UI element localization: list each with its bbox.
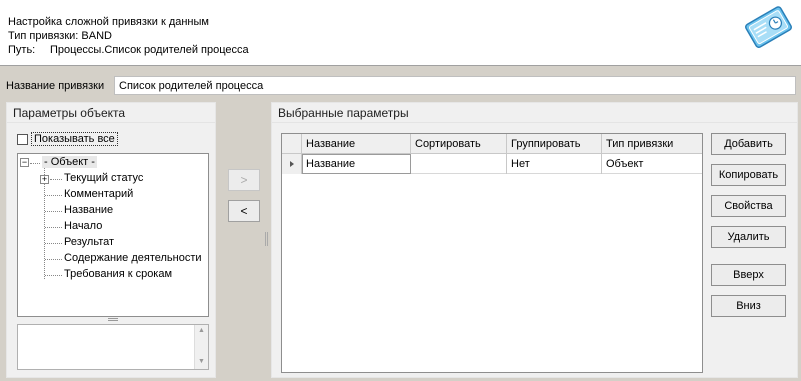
tree-connector (45, 243, 62, 244)
properties-button[interactable]: Свойства (711, 195, 786, 217)
cell-sort[interactable] (411, 154, 507, 174)
selected-params-panel: Выбранные параметры Название Сортировать… (271, 102, 798, 378)
tree-connector (30, 163, 40, 164)
show-all-checkbox-row[interactable]: Показывать все (17, 132, 118, 148)
column-header-group[interactable]: Группировать (507, 134, 602, 154)
move-up-button[interactable]: Вверх (711, 264, 786, 286)
tree-root-node[interactable]: - Объект - (42, 156, 97, 168)
tree-connector (45, 227, 62, 228)
object-params-title: Параметры объекта (7, 103, 215, 123)
tree-connector (45, 275, 62, 276)
move-down-button[interactable]: Вниз (711, 295, 786, 317)
description-scrollbar[interactable]: ▲ ▼ (194, 325, 208, 369)
tree-connector (44, 168, 45, 279)
binding-name-input[interactable] (114, 76, 796, 95)
column-header-name[interactable]: Название (302, 134, 411, 154)
show-all-checkbox[interactable] (17, 133, 28, 145)
tree-item[interactable]: Содержание деятельности (64, 252, 202, 264)
tree-connector (45, 211, 62, 212)
cell-group[interactable]: Нет (507, 154, 602, 174)
add-param-button[interactable]: > (228, 169, 260, 191)
tree-splitter[interactable] (17, 317, 209, 324)
grid-header-corner (282, 134, 302, 154)
dialog-header: Настройка сложной привязки к данным Тип … (0, 0, 801, 66)
tree-item[interactable]: Текущий статус (64, 172, 143, 184)
grid-header: Название Сортировать Группировать Тип пр… (282, 134, 702, 154)
binding-name-label: Название привязки (6, 80, 105, 92)
description-box[interactable]: ▲ ▼ (17, 324, 209, 370)
add-button[interactable]: Добавить (711, 133, 786, 155)
binding-type-line: Тип привязки: BAND (8, 30, 112, 42)
column-header-binding-type[interactable]: Тип привязки (602, 134, 704, 154)
tree-item[interactable]: Название (64, 204, 113, 216)
remove-param-button[interactable]: < (228, 200, 260, 222)
selected-params-title: Выбранные параметры (272, 103, 797, 123)
tree-item[interactable]: Требования к срокам (64, 268, 172, 280)
data-binding-logo-icon (745, 6, 792, 49)
tree-connector (45, 195, 62, 196)
delete-button[interactable]: Удалить (711, 226, 786, 248)
object-params-panel: Параметры объекта Показывать все − - Объ… (6, 102, 216, 378)
panel-splitter-grip-icon[interactable] (265, 232, 268, 246)
binding-name-row: Название привязки (0, 73, 801, 97)
tree-connector (50, 179, 62, 180)
object-params-tree[interactable]: − - Объект - + Текущий статус Комментари… (17, 153, 209, 317)
copy-button[interactable]: Копировать (711, 164, 786, 186)
table-row[interactable]: Название Нет Объект (282, 154, 702, 174)
row-indicator[interactable] (282, 154, 302, 174)
path-value: Процессы.Список родителей процесса (50, 44, 249, 56)
dialog-title: Настройка сложной привязки к данным (8, 16, 209, 28)
expand-icon[interactable]: + (40, 175, 49, 184)
scroll-down-icon[interactable]: ▼ (198, 358, 205, 365)
cell-binding-type[interactable]: Объект (602, 154, 704, 174)
tree-item[interactable]: Комментарий (64, 188, 133, 200)
scroll-up-icon[interactable]: ▲ (198, 327, 205, 334)
cell-name[interactable]: Название (302, 154, 411, 174)
show-all-label: Показывать все (31, 132, 118, 146)
column-header-sort[interactable]: Сортировать (411, 134, 507, 154)
current-row-arrow-icon (290, 161, 294, 167)
tree-item[interactable]: Начало (64, 220, 102, 232)
selected-params-grid[interactable]: Название Сортировать Группировать Тип пр… (281, 133, 703, 373)
tree-connector (45, 259, 62, 260)
path-label: Путь: (8, 44, 36, 56)
tree-item[interactable]: Результат (64, 236, 114, 248)
collapse-icon[interactable]: − (20, 158, 29, 167)
splitter-grip-icon (108, 318, 118, 321)
path-line: Путь: Процессы.Список родителей процесса (8, 44, 249, 56)
